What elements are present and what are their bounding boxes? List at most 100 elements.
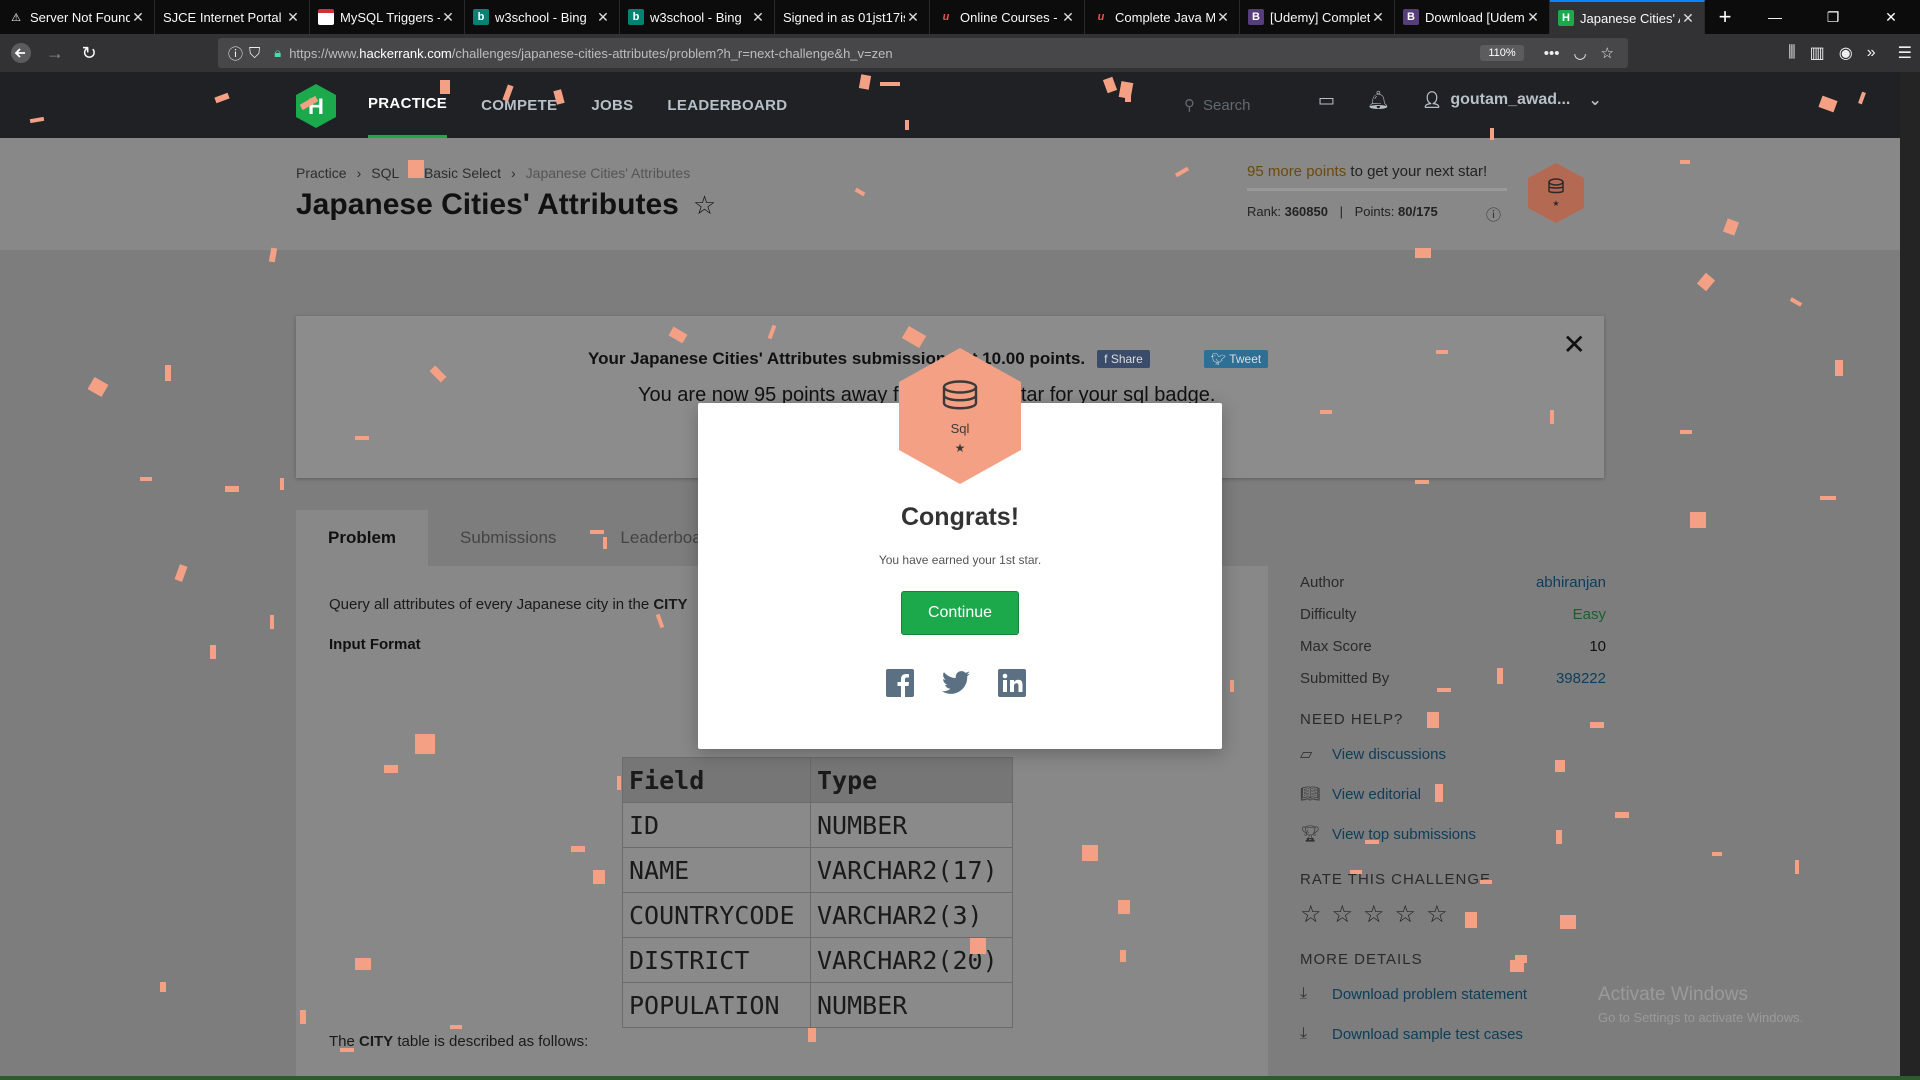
confetti-piece — [1125, 88, 1131, 102]
browser-tab[interactable]: ⚠ Server Not Found ✕ — [0, 0, 155, 34]
confetti-piece — [590, 530, 604, 534]
close-tab-icon[interactable]: ✕ — [130, 9, 146, 26]
search-input[interactable]: ⚲ Search — [1184, 92, 1284, 118]
table-cell: NAME — [622, 847, 811, 893]
author-link[interactable]: abhiranjan — [1536, 574, 1606, 591]
notifications-bell-icon[interactable]: 🔔︎ — [1367, 90, 1390, 111]
menu-icon[interactable]: ☰ — [1898, 43, 1912, 63]
nav-compete[interactable]: COMPETE — [481, 72, 557, 138]
browser-tab[interactable]: B [Udemy] Complet ✕ — [1240, 0, 1395, 34]
download-statement-link[interactable]: ⤓ Download problem statement — [1300, 974, 1606, 1014]
pocket-icon[interactable]: ◡ — [1573, 44, 1586, 62]
submitted-by-link[interactable]: 398222 — [1556, 670, 1606, 687]
input-format-heading: Input Format — [329, 636, 421, 653]
confetti-piece — [571, 846, 585, 852]
linkedin-icon[interactable] — [998, 669, 1026, 697]
account-icon[interactable]: ◉ — [1839, 43, 1853, 63]
twitter-icon: 🐦︎ — [1210, 352, 1230, 366]
column-header: Type — [810, 757, 1013, 803]
facebook-share-button[interactable]: f Share — [1097, 350, 1150, 368]
download-test-cases-link[interactable]: ⤓ Download sample test cases — [1300, 1014, 1606, 1054]
close-tab-icon[interactable]: ✕ — [1370, 9, 1386, 26]
nav-leaderboard[interactable]: LEADERBOARD — [667, 72, 787, 138]
confetti-piece — [300, 1010, 306, 1024]
nav-jobs[interactable]: JOBS — [591, 72, 633, 138]
back-button[interactable] — [4, 38, 38, 68]
sidebar-icon[interactable]: ▥ — [1810, 43, 1825, 63]
reload-button[interactable]: ↻ — [72, 38, 106, 68]
browser-tab-active[interactable]: H Japanese Cities' A ✕ — [1550, 0, 1705, 34]
close-tab-icon[interactable]: ✕ — [905, 9, 921, 26]
browser-tab[interactable]: u Complete Java Ma ✕ — [1085, 0, 1240, 34]
close-window-icon[interactable]: ✕ — [1862, 0, 1920, 34]
need-help-heading: NEED HELP? — [1300, 710, 1404, 728]
messages-icon[interactable]: ▭ — [1318, 90, 1335, 111]
view-editorial-link[interactable]: 📖︎ View editorial — [1300, 774, 1606, 814]
twitter-icon[interactable] — [942, 669, 970, 697]
info-icon[interactable]: ⓘ — [228, 43, 243, 64]
breadcrumb-practice[interactable]: Practice — [296, 165, 347, 181]
confetti-piece — [450, 1025, 462, 1029]
tweet-button[interactable]: 🐦︎ Tweet — [1203, 350, 1269, 368]
minimize-icon[interactable]: — — [1746, 0, 1804, 34]
close-tab-icon[interactable]: ✕ — [440, 9, 456, 26]
bookmark-star-icon[interactable]: ☆ — [693, 190, 716, 221]
detail-submitted-by: Submitted By 398222 — [1300, 662, 1606, 694]
user-menu[interactable]: 👤︎ goutam_awad... ⌄ — [1422, 90, 1602, 110]
continue-button[interactable]: Continue — [901, 591, 1019, 635]
breadcrumb-sql[interactable]: SQL — [371, 165, 399, 181]
info-icon[interactable]: ⓘ — [1486, 204, 1501, 225]
confetti-piece — [408, 160, 424, 178]
browser-tab[interactable]: B Download [Udem ✕ — [1395, 0, 1550, 34]
badge-label: Sql — [951, 421, 970, 436]
points-needed: 95 more points — [1247, 163, 1347, 180]
close-icon[interactable]: ✕ — [1563, 328, 1586, 361]
warning-icon: ⚠ — [11, 11, 21, 24]
rate-star-icon[interactable]: ☆ — [1395, 900, 1417, 929]
zoom-level[interactable]: 110% — [1480, 45, 1524, 61]
url-text[interactable]: https://www.hackerrank.com/challenges/ja… — [289, 46, 1480, 61]
more-actions-icon[interactable]: ••• — [1544, 45, 1560, 62]
close-tab-icon[interactable]: ✕ — [1215, 9, 1231, 26]
challenge-sidebar: Author abhiranjan Difficulty Easy Max Sc… — [1300, 566, 1606, 1054]
browser-tab[interactable]: b w3school - Bing ✕ — [465, 0, 620, 34]
breadcrumb-basic-select[interactable]: Basic Select — [424, 165, 501, 181]
browser-tab[interactable]: Signed in as 01jst17is0 ✕ — [775, 0, 930, 34]
bookmark-star-icon[interactable]: ☆ — [1601, 44, 1614, 62]
rate-star-icon[interactable]: ☆ — [1332, 900, 1354, 929]
shield-icon[interactable]: ⛉ — [249, 45, 260, 62]
nav-practice[interactable]: PRACTICE — [368, 72, 448, 138]
browser-tab[interactable]: SJCE Internet Portal ✕ — [155, 0, 310, 34]
close-tab-icon[interactable]: ✕ — [595, 9, 611, 26]
browser-tab[interactable]: b w3school - Bing ✕ — [620, 0, 775, 34]
close-tab-icon[interactable]: ✕ — [1060, 9, 1076, 26]
confetti-piece — [1820, 496, 1836, 500]
rate-star-icon[interactable]: ☆ — [1426, 900, 1448, 929]
library-icon[interactable]: ⫼ — [1788, 44, 1795, 62]
rate-star-icon[interactable]: ☆ — [1363, 900, 1385, 929]
browser-tab[interactable]: u Online Courses - A ✕ — [930, 0, 1085, 34]
close-tab-icon[interactable]: ✕ — [1680, 10, 1696, 27]
tab-submissions[interactable]: Submissions — [428, 510, 588, 566]
forward-button[interactable]: → — [38, 38, 72, 68]
new-tab-button[interactable]: + — [1705, 0, 1745, 34]
bootstrap-icon: B — [1403, 9, 1419, 25]
facebook-icon[interactable] — [886, 669, 914, 697]
rate-star-icon[interactable]: ☆ — [1300, 900, 1322, 929]
sql-badge-icon[interactable]: ★ — [1528, 163, 1584, 223]
lock-icon: 🔒︎ — [274, 45, 282, 60]
close-tab-icon[interactable]: ✕ — [285, 9, 301, 26]
close-tab-icon[interactable]: ✕ — [750, 9, 766, 26]
confetti-piece — [593, 870, 605, 884]
confetti-piece — [1497, 668, 1503, 684]
overflow-chevron-icon[interactable]: » — [1867, 44, 1876, 62]
browser-tab[interactable]: MySQL Triggers - ✕ — [310, 0, 465, 34]
restore-icon[interactable]: ❐ — [1804, 0, 1862, 34]
page-scrollbar[interactable] — [1900, 72, 1920, 1080]
confetti-piece — [1320, 410, 1332, 414]
confetti-piece — [1230, 680, 1234, 692]
close-tab-icon[interactable]: ✕ — [1525, 9, 1541, 26]
page-favicon — [318, 9, 334, 25]
tab-problem[interactable]: Problem — [296, 510, 429, 566]
url-bar[interactable]: ⓘ ⛉ 🔒︎ https://www.hackerrank.com/challe… — [218, 38, 1628, 68]
